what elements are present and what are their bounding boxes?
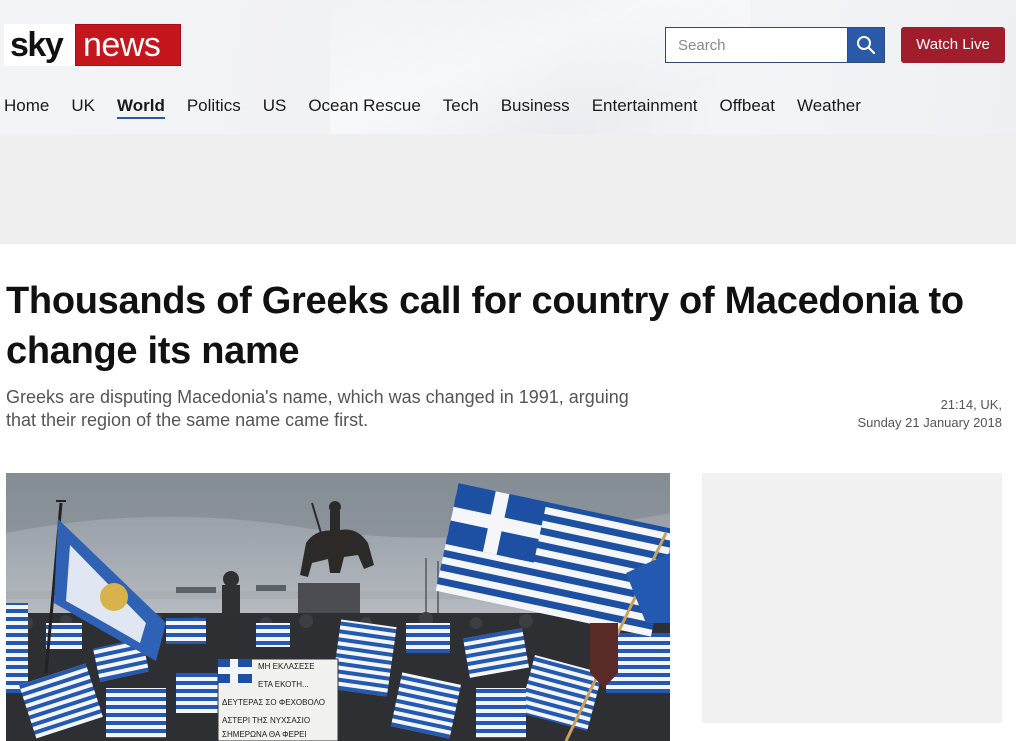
banner-line-5: ΣΗΜΕΡΩΝΑ ΘΑ ΦΕΡΕΙ bbox=[222, 730, 307, 739]
sidebar-ad-slot bbox=[702, 473, 1002, 723]
nav-item-weather[interactable]: Weather bbox=[797, 95, 861, 119]
hero-image: ΜΗ ΕΚΛΑΣΕΣΕ ΕΤΑ ΕΚΟΤΗ... ΔΕΥΤΕΡΑΣ ΣΟ ΦΕΧ… bbox=[6, 473, 670, 741]
search-input[interactable] bbox=[665, 27, 847, 63]
main-nav: Home UK World Politics US Ocean Rescue T… bbox=[4, 95, 883, 119]
search-bar bbox=[665, 27, 885, 63]
sky-news-logo[interactable]: sky news bbox=[4, 24, 181, 66]
nav-item-politics[interactable]: Politics bbox=[187, 95, 241, 119]
nav-item-ocean-rescue[interactable]: Ocean Rescue bbox=[308, 95, 420, 119]
nav-item-world[interactable]: World bbox=[116, 95, 165, 119]
article-date: Sunday 21 January 2018 bbox=[857, 415, 1002, 430]
logo-news-text: news bbox=[75, 24, 181, 66]
article-standfirst: Greeks are disputing Macedonia's name, w… bbox=[6, 387, 629, 430]
banner-line-2: ΕΤΑ ΕΚΟΤΗ... bbox=[258, 680, 309, 689]
nav-item-entertainment[interactable]: Entertainment bbox=[592, 95, 698, 119]
article-time: 21:14, UK, bbox=[940, 397, 1002, 412]
article-timestamp: 21:14, UK, Sunday 21 January 2018 bbox=[857, 396, 1002, 432]
nav-item-offbeat[interactable]: Offbeat bbox=[720, 95, 775, 119]
protest-photo: ΜΗ ΕΚΛΑΣΕΣΕ ΕΤΑ ΕΚΟΤΗ... ΔΕΥΤΕΡΑΣ ΣΟ ΦΕΧ… bbox=[6, 473, 670, 741]
logo-sky-text: sky bbox=[4, 24, 75, 66]
search-button[interactable] bbox=[847, 27, 885, 63]
search-icon bbox=[857, 36, 876, 55]
article-headline: Thousands of Greeks call for country of … bbox=[6, 280, 964, 372]
nav-item-home[interactable]: Home bbox=[4, 95, 49, 119]
nav-item-us[interactable]: US bbox=[263, 95, 287, 119]
banner-line-3: ΔΕΥΤΕΡΑΣ ΣΟ ΦΕΧΟΒΟΛΟ bbox=[222, 698, 325, 707]
nav-item-business[interactable]: Business bbox=[501, 95, 570, 119]
watch-live-button[interactable]: Watch Live bbox=[901, 27, 1005, 63]
banner-line-1: ΜΗ ΕΚΛΑΣΕΣΕ bbox=[258, 662, 315, 671]
header-sheen bbox=[330, 0, 750, 140]
top-ad-slot bbox=[0, 134, 1016, 244]
banner-line-4: ΑΣΤΕΡΙ ΤΗΣ ΝΥΧΣΑΣΙΟ bbox=[222, 716, 310, 725]
nav-item-uk[interactable]: UK bbox=[71, 95, 95, 119]
nav-item-tech[interactable]: Tech bbox=[443, 95, 479, 119]
